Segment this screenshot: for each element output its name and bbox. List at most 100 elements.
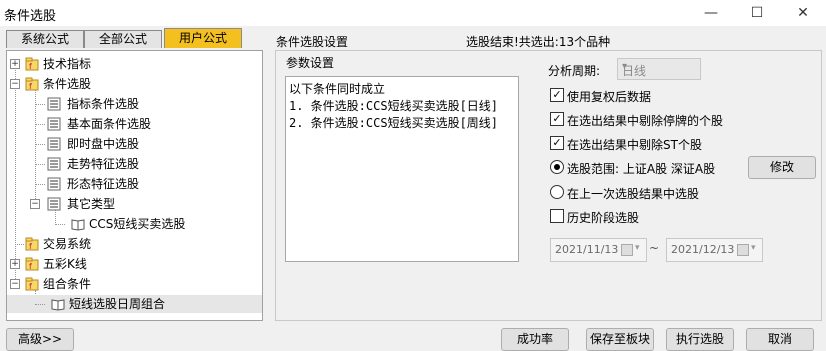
close-button[interactable]: ✕ bbox=[780, 0, 826, 26]
last-result-radio[interactable] bbox=[550, 185, 564, 199]
svg-text:f: f bbox=[29, 62, 32, 71]
tree-item-label: 条件选股 bbox=[43, 77, 92, 91]
tree-item-technical[interactable]: + f 技术指标 bbox=[7, 55, 262, 73]
date-to-field[interactable]: 2021/12/13 ▾ bbox=[666, 238, 763, 262]
tree-connector bbox=[35, 104, 45, 105]
tree-item-label: 指标条件选股 bbox=[67, 97, 140, 111]
chevron-down-icon: ▾ bbox=[751, 243, 756, 253]
date-separator: ~ bbox=[649, 241, 660, 255]
tab-all-formulas[interactable]: 全部公式 bbox=[84, 30, 162, 48]
tree-item-conditions[interactable]: − f 条件选股 bbox=[7, 75, 262, 93]
tree-item-pattern[interactable]: 形态特征选股 bbox=[7, 175, 262, 193]
list-icon bbox=[47, 157, 61, 171]
book-icon bbox=[71, 219, 85, 231]
success-rate-button[interactable]: 成功率 bbox=[501, 328, 569, 351]
formula-folder-icon: f bbox=[25, 237, 39, 251]
list-icon bbox=[47, 177, 61, 191]
collapse-icon[interactable]: − bbox=[10, 79, 20, 89]
tree-connector bbox=[35, 184, 45, 185]
date-from-value: 2021/11/13 bbox=[555, 243, 619, 256]
title-bar: 条件选股 — ☐ ✕ bbox=[0, 0, 826, 26]
maximize-button[interactable]: ☐ bbox=[734, 0, 780, 26]
tree-item-label: 即时盘中选股 bbox=[67, 137, 140, 151]
history-checkbox[interactable] bbox=[550, 209, 564, 223]
tree-item-label: 其它类型 bbox=[67, 197, 116, 211]
tab-user-formulas[interactable]: 用户公式 bbox=[164, 28, 242, 48]
tree-item-label: 短线选股日周组合 bbox=[69, 297, 166, 311]
tree-item-label: 组合条件 bbox=[43, 277, 92, 291]
tree-connector bbox=[35, 304, 45, 305]
list-icon bbox=[47, 137, 61, 151]
calendar-icon bbox=[621, 244, 633, 256]
tab-system-formulas[interactable]: 系统公式 bbox=[6, 30, 84, 48]
adjusted-checkbox[interactable]: ✓ bbox=[550, 88, 564, 102]
modify-button[interactable]: 修改 bbox=[748, 156, 816, 179]
window-title: 条件选股 bbox=[4, 9, 57, 24]
history-label: 历史阶段选股 bbox=[567, 211, 640, 225]
section-label: 条件选股设置 bbox=[276, 35, 349, 49]
cancel-button[interactable]: 取消 bbox=[746, 328, 814, 351]
expand-icon[interactable]: + bbox=[10, 59, 20, 69]
save-to-block-button[interactable]: 保存至板块 bbox=[586, 328, 654, 351]
tree-item-label: 基本面条件选股 bbox=[67, 117, 152, 131]
tree-item-other[interactable]: − 其它类型 bbox=[7, 195, 262, 213]
tree-item-trend[interactable]: 走势特征选股 bbox=[7, 155, 262, 173]
last-result-label: 在上一次选股结果中选股 bbox=[567, 187, 700, 201]
tree-item-daily-weekly[interactable]: 短线选股日周组合 bbox=[7, 295, 262, 313]
execute-button[interactable]: 执行选股 bbox=[666, 328, 734, 351]
collapse-icon[interactable]: − bbox=[10, 279, 20, 289]
tree-item-indicator[interactable]: 指标条件选股 bbox=[7, 95, 262, 113]
exclude-suspended-label: 在选出结果中剔除停牌的个股 bbox=[567, 114, 724, 128]
tree-connector bbox=[35, 144, 45, 145]
tree-item-trading-system[interactable]: f 交易系统 bbox=[7, 235, 262, 253]
chevron-down-icon: ▾ bbox=[622, 61, 628, 72]
conditions-box[interactable]: 以下条件同时成立 1. 条件选股:CCS短线买卖选股[日线] 2. 条件选股:C… bbox=[285, 76, 519, 262]
tree-item-intraday[interactable]: 即时盘中选股 bbox=[7, 135, 262, 153]
tree-item-label: 五彩K线 bbox=[43, 257, 87, 271]
list-icon bbox=[47, 117, 61, 131]
range-label: 选股范围: 上证A股 深证A股 bbox=[567, 162, 716, 176]
formula-folder-icon: f bbox=[25, 57, 39, 71]
status-text: 选股结束!共选出:13个品种 bbox=[466, 35, 611, 49]
tree-item-label: CCS短线买卖选股 bbox=[89, 217, 186, 231]
date-from-field[interactable]: 2021/11/13 ▾ bbox=[550, 238, 647, 262]
tree-item-color-k[interactable]: + f 五彩K线 bbox=[7, 255, 262, 273]
tree-connector bbox=[55, 224, 65, 225]
formula-folder-icon: f bbox=[25, 277, 39, 291]
svg-text:f: f bbox=[29, 82, 32, 91]
advanced-button[interactable]: 高级>> bbox=[6, 328, 74, 351]
tree-item-combo[interactable]: − f 组合条件 bbox=[7, 275, 262, 293]
tree-item-ccs[interactable]: CCS短线买卖选股 bbox=[7, 215, 262, 233]
tree-item-label: 技术指标 bbox=[43, 57, 92, 71]
expand-icon[interactable]: + bbox=[10, 259, 20, 269]
period-select[interactable]: 日线 ▾ bbox=[617, 58, 701, 80]
range-radio[interactable] bbox=[550, 160, 564, 174]
exclude-st-checkbox[interactable]: ✓ bbox=[550, 136, 564, 150]
list-icon bbox=[47, 97, 61, 111]
formula-tree[interactable]: + f 技术指标 − f 条件选股 指标条件选股 基本面条件选股 即时盘中选股 … bbox=[6, 50, 263, 321]
collapse-icon[interactable]: − bbox=[30, 199, 40, 209]
svg-text:f: f bbox=[29, 262, 32, 271]
chevron-down-icon: ▾ bbox=[635, 243, 640, 253]
calendar-icon bbox=[737, 244, 749, 256]
tree-item-fundamental[interactable]: 基本面条件选股 bbox=[7, 115, 262, 133]
formula-folder-icon: f bbox=[25, 257, 39, 271]
tree-item-label: 形态特征选股 bbox=[67, 177, 140, 191]
condition-line: 1. 条件选股:CCS短线买卖选股[日线] bbox=[289, 99, 499, 113]
svg-text:f: f bbox=[29, 242, 32, 251]
tree-item-label: 走势特征选股 bbox=[67, 157, 140, 171]
tree-item-label: 交易系统 bbox=[43, 237, 92, 251]
svg-text:f: f bbox=[29, 282, 32, 291]
period-label: 分析周期: bbox=[548, 64, 601, 78]
tree-connector bbox=[15, 244, 24, 245]
exclude-st-label: 在选出结果中剔除ST个股 bbox=[567, 138, 702, 152]
tree-connector bbox=[35, 124, 45, 125]
book-icon bbox=[51, 299, 65, 311]
condition-line: 2. 条件选股:CCS短线买卖选股[周线] bbox=[289, 116, 499, 130]
exclude-suspended-checkbox[interactable]: ✓ bbox=[550, 112, 564, 126]
list-icon bbox=[47, 197, 61, 211]
date-to-value: 2021/12/13 bbox=[671, 243, 735, 256]
minimize-button[interactable]: — bbox=[688, 0, 734, 26]
adjusted-label: 使用复权后数据 bbox=[567, 90, 652, 104]
params-label: 参数设置 bbox=[286, 56, 335, 70]
